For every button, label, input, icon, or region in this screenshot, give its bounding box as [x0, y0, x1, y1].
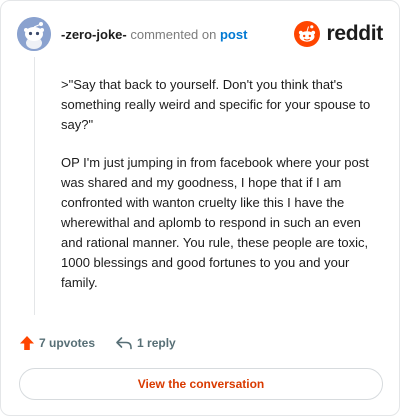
upvote-button[interactable]: 7 upvotes	[19, 335, 95, 351]
avatar[interactable]	[17, 17, 51, 51]
reply-arrow-icon	[116, 337, 132, 350]
comment-body: >"Say that back to yourself. Don't you t…	[61, 75, 383, 311]
reddit-logo-icon	[294, 21, 321, 47]
thread-line	[34, 57, 35, 315]
upvote-count: 7 upvotes	[39, 336, 96, 350]
comment-quote-paragraph: >"Say that back to yourself. Don't you t…	[61, 77, 371, 132]
reddit-brand[interactable]: reddit	[294, 20, 383, 48]
reply-count: 1 reply	[137, 336, 176, 350]
embedded-comment-card: -zero-joke- commented on post reddit >"S…	[0, 0, 400, 416]
post-link[interactable]: post	[220, 27, 247, 42]
snoo-avatar-icon	[17, 17, 51, 51]
comment-actions: 7 upvotes 1 reply	[19, 334, 176, 352]
comment-byline: -zero-joke- commented on post	[61, 28, 247, 42]
upvote-arrow-icon	[20, 336, 34, 350]
comment-paragraph: OP I'm just jumping in from facebook whe…	[61, 155, 369, 290]
author-username[interactable]: -zero-joke-	[61, 27, 127, 42]
reddit-wordmark: reddit	[326, 22, 383, 45]
view-conversation-button[interactable]: View the conversation	[19, 368, 383, 400]
comment-header: -zero-joke- commented on post reddit	[17, 17, 383, 51]
commented-on-text: commented on	[130, 27, 217, 42]
reply-button[interactable]: 1 reply	[115, 335, 176, 351]
